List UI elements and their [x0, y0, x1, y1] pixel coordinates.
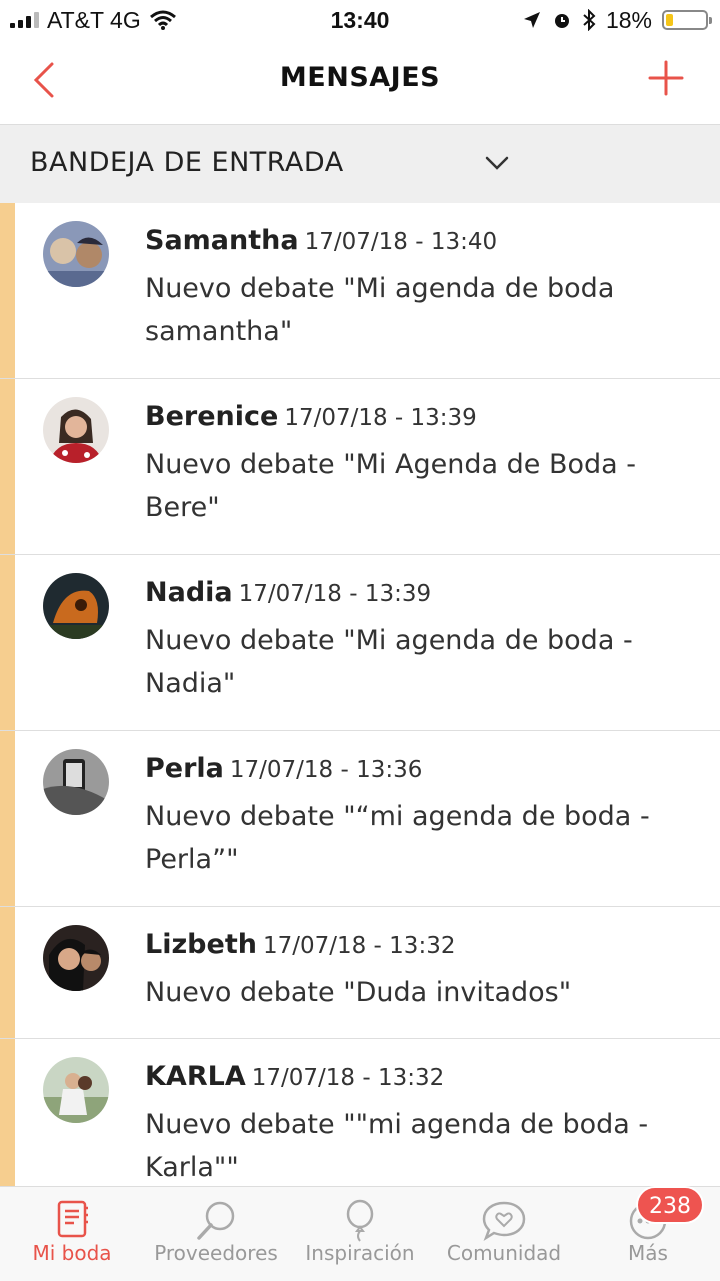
tab-label: Comunidad	[446, 1241, 562, 1265]
message-preview: Nuevo debate "Duda invitados"	[145, 977, 572, 1008]
status-right: 18%	[522, 4, 712, 36]
tab-bar: Mi boda Proveedores Inspiración Comunida…	[0, 1186, 720, 1281]
message-preview: Nuevo debate "Mi agenda de boda samantha…	[145, 273, 615, 347]
sender-name: Perla	[145, 753, 224, 784]
message-date: 17/07/18 - 13:32	[251, 1065, 445, 1091]
message-header: Lizbeth 17/07/18 - 13:32	[145, 929, 455, 960]
tab-mi-boda[interactable]: Mi boda	[0, 1187, 144, 1281]
sender-name: Nadia	[145, 577, 233, 608]
avatar	[43, 573, 109, 639]
message-date: 17/07/18 - 13:36	[229, 757, 423, 783]
notification-badge: 238	[636, 1186, 704, 1224]
message-header: Perla 17/07/18 - 13:36	[145, 753, 422, 784]
alarm-icon	[554, 14, 569, 28]
chevron-down-icon	[485, 156, 509, 170]
tab-label: Más	[628, 1241, 668, 1265]
message-header: Berenice 17/07/18 - 13:39	[145, 401, 477, 432]
sender-name: Samantha	[145, 225, 299, 256]
battery-percent: 18%	[605, 6, 652, 33]
folder-selector[interactable]: BANDEJA DE ENTRADA	[0, 125, 720, 203]
nav-header: MENSAJES	[0, 40, 720, 125]
message-date: 17/07/18 - 13:40	[304, 229, 498, 255]
battery-icon	[662, 10, 712, 30]
message-date: 17/07/18 - 13:39	[238, 581, 432, 607]
tab-label: Proveedores	[154, 1241, 278, 1265]
sender-name: KARLA	[145, 1061, 246, 1092]
plus-icon[interactable]	[648, 60, 684, 96]
folder-label: BANDEJA DE ENTRADA	[30, 147, 344, 178]
message-row[interactable]: Perla 17/07/18 - 13:36 Nuevo debate "“mi …	[0, 731, 720, 907]
avatar	[43, 925, 109, 991]
message-row[interactable]: Samantha 17/07/18 - 13:40 Nuevo debate "M…	[0, 203, 720, 379]
tab-label: Inspiración	[305, 1241, 415, 1265]
message-header: Nadia 17/07/18 - 13:39	[145, 577, 431, 608]
sender-name: Lizbeth	[145, 929, 257, 960]
tab-proveedores[interactable]: Proveedores	[144, 1187, 288, 1281]
avatar	[43, 749, 109, 815]
message-row[interactable]: KARLA 17/07/18 - 13:32 Nuevo debate ""mi …	[0, 1039, 720, 1186]
bluetooth-icon	[583, 9, 596, 31]
message-date: 17/07/18 - 13:39	[284, 405, 477, 431]
message-row[interactable]: Berenice 17/07/18 - 13:39 Nuevo debate "M…	[0, 379, 720, 555]
avatar	[43, 221, 109, 287]
message-date: 17/07/18 - 13:32	[262, 933, 456, 959]
sender-name: Berenice	[145, 401, 279, 432]
tab-label: Mi boda	[32, 1241, 112, 1265]
message-row[interactable]: Nadia 17/07/18 - 13:39 Nuevo debate "Mi a…	[0, 555, 720, 731]
balloon-icon	[346, 1199, 374, 1242]
message-list[interactable]: Samantha 17/07/18 - 13:40 Nuevo debate "M…	[0, 203, 720, 1186]
magnifier-icon	[197, 1201, 235, 1240]
message-header: Samantha 17/07/18 - 13:40	[145, 225, 497, 256]
chat-heart-icon	[482, 1201, 526, 1242]
planner-book-icon	[57, 1200, 88, 1238]
tab-inspiracion[interactable]: Inspiración	[288, 1187, 432, 1281]
tab-comunidad[interactable]: Comunidad	[432, 1187, 576, 1281]
message-preview: Nuevo debate "“mi agenda de boda - Perla…	[145, 801, 650, 875]
avatar	[43, 1057, 109, 1123]
location-arrow-icon	[523, 12, 540, 28]
status-bar: AT&T 4G 13:40 18%	[0, 0, 720, 40]
message-preview: Nuevo debate "Mi agenda de boda - Nadia"	[145, 625, 633, 699]
message-row[interactable]: Lizbeth 17/07/18 - 13:32 Nuevo debate "Du…	[0, 907, 720, 1039]
message-preview: Nuevo debate ""mi agenda de boda - Karla…	[145, 1109, 649, 1183]
message-header: KARLA 17/07/18 - 13:32	[145, 1061, 444, 1092]
page-title: MENSAJES	[279, 62, 441, 93]
avatar	[43, 397, 109, 463]
message-preview: Nuevo debate "Mi Agenda de Boda - Bere"	[145, 449, 636, 523]
